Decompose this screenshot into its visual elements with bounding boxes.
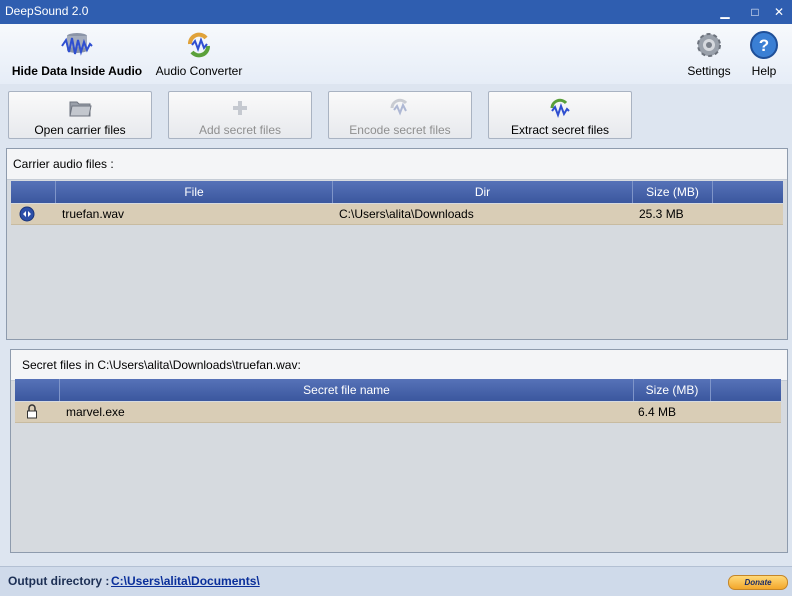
carrier-file-dir: C:\Users\alita\Downloads: [339, 207, 474, 221]
status-bar: Output directory : C:\Users\alita\Docume…: [0, 566, 792, 596]
carrier-header-file[interactable]: File: [56, 181, 333, 203]
encode-secret-files-button[interactable]: Encode secret files: [328, 91, 472, 139]
secret-file-size: 6.4 MB: [638, 405, 677, 419]
audio-converter-label: Audio Converter: [155, 64, 243, 78]
maximize-button[interactable]: □: [744, 3, 766, 21]
table-row[interactable]: truefan.wav C:\Users\alita\Downloads 25.…: [11, 204, 783, 225]
add-secret-files-label: Add secret files: [198, 123, 282, 137]
add-secret-files-button[interactable]: Add secret files: [168, 91, 312, 139]
encode-secret-files-label: Encode secret files: [349, 123, 451, 137]
convert-icon: [188, 32, 210, 58]
carrier-header-icon: [11, 181, 56, 203]
plus-icon: [233, 101, 247, 115]
open-carrier-files-label: Open carrier files: [34, 123, 126, 137]
carrier-grid-header: File Dir Size (MB): [11, 181, 783, 203]
carrier-file-size: 25.3 MB: [639, 207, 684, 221]
open-carrier-files-button[interactable]: Open carrier files: [8, 91, 152, 139]
help-icon: ?: [750, 31, 778, 59]
lock-icon: [25, 404, 39, 424]
donate-button[interactable]: Donate: [728, 575, 788, 590]
window-title: DeepSound 2.0: [5, 4, 89, 18]
output-directory-label: Output directory :: [8, 574, 110, 588]
carrier-file-name: truefan.wav: [62, 207, 125, 221]
table-row[interactable]: marvel.exe 6.4 MB: [15, 402, 781, 423]
hide-data-tool[interactable]: Hide Data Inside Audio: [10, 30, 144, 78]
audio-stack-icon: [61, 33, 93, 56]
secret-file-name: marvel.exe: [66, 405, 125, 419]
encode-icon: [390, 98, 408, 116]
settings-tool[interactable]: Settings: [684, 30, 734, 78]
secret-header-icon: [15, 379, 60, 401]
hide-data-label: Hide Data Inside Audio: [11, 64, 143, 78]
secret-header-name[interactable]: Secret file name: [60, 379, 634, 401]
folder-icon: [69, 101, 92, 117]
secret-files-panel: Secret files in C:\Users\alita\Downloads…: [10, 349, 788, 553]
minimize-button[interactable]: ▁: [714, 3, 736, 21]
extract-icon: [550, 98, 570, 118]
extract-secret-files-button[interactable]: Extract secret files: [488, 91, 632, 139]
carrier-header-dir[interactable]: Dir: [333, 181, 633, 203]
output-directory-link[interactable]: C:\Users\alita\Documents\: [111, 574, 260, 588]
carrier-caption-bar: Carrier audio files :: [7, 149, 787, 180]
help-label: Help: [751, 64, 777, 78]
gear-icon: [697, 33, 721, 57]
extract-secret-files-label: Extract secret files: [510, 123, 610, 137]
help-tool[interactable]: ? Help: [745, 30, 783, 78]
audio-converter-tool[interactable]: Audio Converter: [154, 30, 244, 78]
secret-caption: Secret files in C:\Users\alita\Downloads…: [22, 358, 301, 372]
carrier-caption: Carrier audio files :: [13, 157, 114, 171]
carrier-files-panel: Carrier audio files : File Dir Size (MB)…: [6, 148, 788, 340]
svg-text:?: ?: [759, 36, 769, 55]
secret-grid-header: Secret file name Size (MB): [15, 379, 781, 401]
title-bar: DeepSound 2.0 ▁ □ ✕: [0, 0, 792, 24]
action-bar: Open carrier files Add secret files Enco…: [0, 84, 792, 146]
audio-file-icon: [19, 206, 35, 226]
secret-caption-bar: Secret files in C:\Users\alita\Downloads…: [11, 350, 787, 381]
main-toolbar: Hide Data Inside Audio Audio Converter S…: [0, 24, 792, 84]
secret-header-size[interactable]: Size (MB): [634, 379, 711, 401]
settings-label: Settings: [687, 64, 731, 78]
carrier-header-size[interactable]: Size (MB): [633, 181, 713, 203]
close-button[interactable]: ✕: [768, 3, 790, 21]
